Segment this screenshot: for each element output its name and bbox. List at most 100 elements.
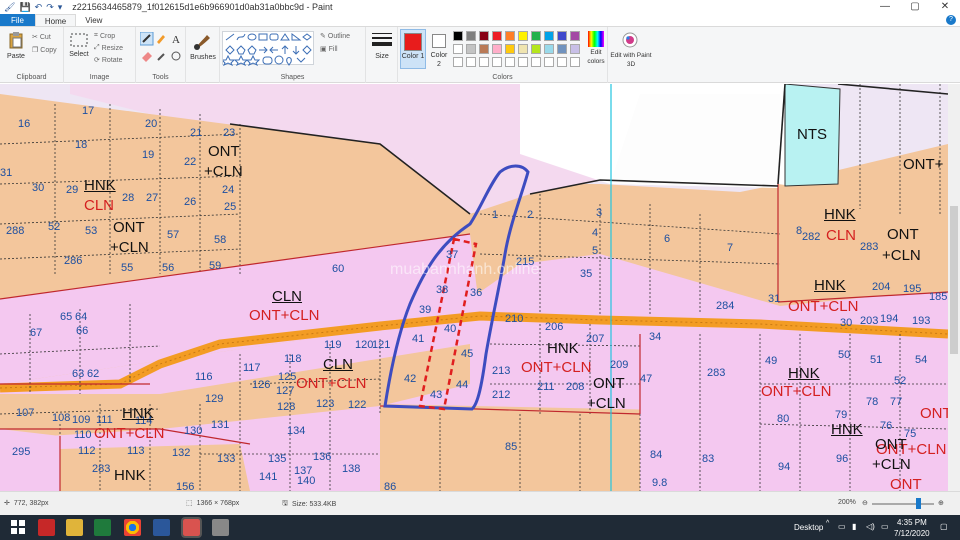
parcel-number: 207 [586, 333, 605, 345]
tray-expand-icon[interactable]: ^ [826, 520, 829, 527]
drawing-canvas[interactable]: muabannhanh.online 17 16 20 21 23 18 19 22 31 30 2… [0, 84, 948, 491]
scrollbar-thumb[interactable] [950, 206, 958, 354]
excel-icon[interactable] [94, 519, 111, 536]
minimize-button[interactable]: — [870, 0, 900, 14]
redo-icon[interactable]: ↷ [46, 1, 54, 13]
palette-swatch[interactable] [570, 31, 580, 41]
parcel-number: 31 [0, 167, 13, 179]
palette-swatch[interactable] [544, 44, 554, 54]
custom-color-slot[interactable] [544, 57, 554, 67]
custom-color-slot[interactable] [492, 57, 502, 67]
palette-swatch[interactable] [479, 44, 489, 54]
windows-start-icon[interactable] [10, 519, 27, 536]
parcel-number: 23 [223, 127, 236, 139]
select-button[interactable]: Select [68, 33, 90, 59]
palette-swatch[interactable] [479, 31, 489, 41]
color2-button[interactable]: Color 2 [428, 29, 450, 69]
palette-swatch[interactable] [557, 44, 567, 54]
palette-swatch[interactable] [544, 31, 554, 41]
palette-swatch[interactable] [570, 44, 580, 54]
app-taskbar-icon[interactable] [212, 519, 229, 536]
cut-button[interactable]: ✂ Cut [32, 33, 51, 42]
file-explorer-icon[interactable] [66, 519, 83, 536]
language-icon[interactable]: ▭ [881, 522, 889, 531]
palette-swatch[interactable] [466, 44, 476, 54]
tools-group: A Tools [136, 27, 186, 83]
parcel-number: 37 [446, 249, 459, 261]
volume-icon[interactable]: ◁) [866, 522, 875, 531]
palette-swatch[interactable] [466, 31, 476, 41]
outline-button[interactable]: ✎ Outline [320, 32, 350, 41]
custom-color-slot[interactable] [466, 57, 476, 67]
palette-swatch[interactable] [453, 31, 463, 41]
zoom-slider[interactable] [872, 503, 934, 505]
tab-view[interactable]: View [76, 14, 111, 26]
resize-button[interactable]: ⤢ Resize [94, 44, 123, 52]
chrome-icon[interactable] [124, 519, 141, 536]
tab-home[interactable]: Home [34, 14, 77, 26]
zoom-in-button[interactable]: ⊕ [938, 499, 944, 507]
zoom-slider-thumb[interactable] [916, 498, 921, 509]
rotate-button[interactable]: ⟳ Rotate [94, 56, 123, 65]
resize-icon: ⤢ [94, 44, 100, 51]
palette-swatch[interactable] [505, 44, 515, 54]
edit-colors-button[interactable]: Edit colors [584, 31, 608, 66]
power-app-icon[interactable] [38, 519, 55, 536]
parcel-number: 85 [505, 441, 518, 453]
tab-file[interactable]: File [0, 14, 35, 26]
rotate-icon: ⟳ [94, 57, 100, 64]
vertical-scrollbar[interactable] [948, 84, 960, 491]
copy-button[interactable]: ❐ Copy [32, 46, 57, 55]
paint-taskbar-icon[interactable] [181, 517, 202, 538]
crop-button[interactable]: ⌗ Crop [94, 32, 115, 40]
parcel-number: 6 [664, 233, 671, 245]
palette-swatch[interactable] [518, 44, 528, 54]
network-icon[interactable]: ▭ [838, 522, 846, 531]
color1-button[interactable]: Color 1 [400, 29, 426, 69]
palette-swatch[interactable] [531, 31, 541, 41]
land-use-code: HNK [824, 206, 856, 223]
custom-color-slot[interactable] [531, 57, 541, 67]
quick-access-menu-icon[interactable]: ▾ [58, 1, 63, 13]
zoom-out-button[interactable]: ⊖ [862, 499, 868, 507]
undo-icon[interactable]: ↶ [35, 1, 43, 13]
save-icon[interactable]: 💾 [19, 1, 30, 13]
palette-swatch[interactable] [531, 44, 541, 54]
paste-button[interactable]: Paste [4, 31, 28, 61]
custom-color-slot[interactable] [518, 57, 528, 67]
colors-group: Color 1 Color 2 Edit colors Colors [398, 27, 608, 83]
paint3d-group[interactable]: Edit with Paint 3D [608, 27, 654, 83]
notifications-icon[interactable]: ▢ [940, 522, 948, 531]
custom-color-slot[interactable] [557, 57, 567, 67]
help-icon[interactable]: ? [946, 15, 956, 25]
palette-swatch[interactable] [453, 44, 463, 54]
clock-date[interactable]: 7/12/2020 [894, 529, 930, 538]
battery-icon[interactable]: ▮ [852, 522, 856, 531]
dimensions-icon: ⬚ [186, 500, 193, 507]
parcel-number: 185 [929, 291, 948, 303]
parcel-number: 129 [205, 393, 224, 405]
close-button[interactable]: ✕ [930, 0, 960, 14]
palette-swatch[interactable] [505, 31, 515, 41]
parcel-number: 43 [430, 389, 443, 401]
custom-color-slot[interactable] [570, 57, 580, 67]
palette-swatch[interactable] [557, 31, 567, 41]
parcel-number: 282 [802, 231, 821, 243]
custom-color-slot[interactable] [505, 57, 515, 67]
palette-swatch[interactable] [492, 31, 502, 41]
palette-swatch[interactable] [492, 44, 502, 54]
size-group[interactable]: Size [366, 27, 398, 83]
shapes-gallery[interactable] [220, 31, 314, 67]
palette-swatch[interactable] [518, 31, 528, 41]
custom-color-slot[interactable] [479, 57, 489, 67]
parcel-number: 4 [592, 227, 599, 239]
fill-button[interactable]: ▣ Fill [320, 45, 338, 54]
word-icon[interactable] [153, 519, 170, 536]
brushes-group[interactable]: Brushes [186, 27, 220, 83]
clock-time[interactable]: 4:35 PM [897, 518, 927, 527]
maximize-button[interactable]: ▢ [900, 0, 930, 14]
custom-color-slot[interactable] [453, 57, 463, 67]
parcel-number: 141 [259, 471, 278, 483]
land-use-code: ONT [593, 375, 625, 392]
desktop-toolbar-label[interactable]: Desktop [794, 523, 823, 532]
